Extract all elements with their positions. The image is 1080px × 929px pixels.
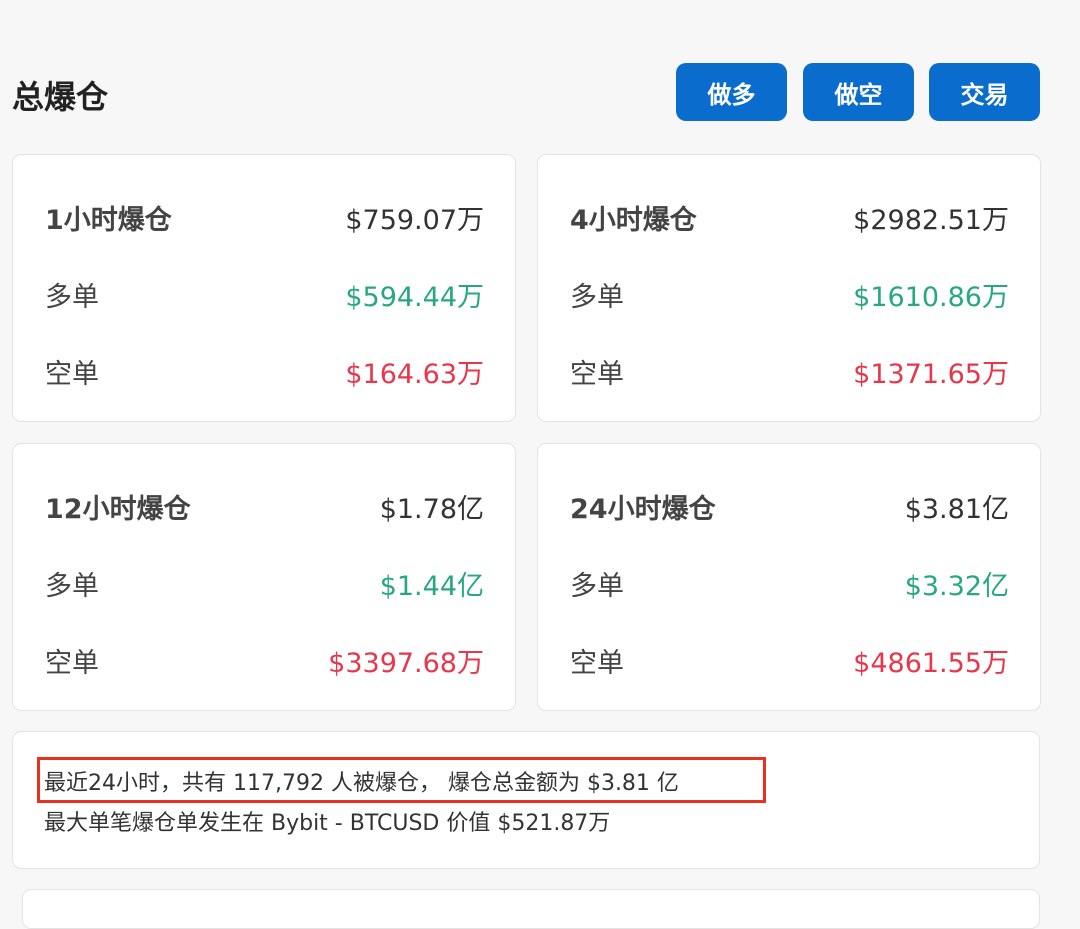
long-row: 多单 $1.44亿 (45, 563, 484, 603)
long-value: $1610.86万 (853, 281, 1009, 313)
liquidation-card-12h: 12小时爆仓 $1.78亿 多单 $1.44亿 空单 $3397.68万 (12, 443, 516, 711)
short-label: 空单 (570, 647, 624, 679)
total-row: 24小时爆仓 $3.81亿 (570, 486, 1009, 526)
long-value: $3.32亿 (904, 570, 1009, 602)
summary-box: 最近24小时，共有 117,792 人被爆仓， 爆仓总金额为 $3.81 亿 最… (12, 731, 1040, 869)
long-row: 多单 $594.44万 (45, 274, 484, 314)
long-value: $594.44万 (345, 281, 484, 313)
period-label: 12小时爆仓 (45, 493, 191, 525)
short-row: 空单 $3397.68万 (45, 640, 484, 680)
total-row: 1小时爆仓 $759.07万 (45, 197, 484, 237)
short-value: $3397.68万 (328, 647, 484, 679)
short-label: 空单 (45, 647, 99, 679)
summary-line-1: 最近24小时，共有 117,792 人被爆仓， 爆仓总金额为 $3.81 亿 (44, 771, 679, 796)
total-row: 12小时爆仓 $1.78亿 (45, 486, 484, 526)
long-row: 多单 $1610.86万 (570, 274, 1009, 314)
total-row: 4小时爆仓 $2982.51万 (570, 197, 1009, 237)
short-row: 空单 $1371.65万 (570, 351, 1009, 391)
short-row: 空单 $164.63万 (45, 351, 484, 391)
long-label: 多单 (570, 281, 624, 313)
liquidation-card-1h: 1小时爆仓 $759.07万 多单 $594.44万 空单 $164.63万 (12, 154, 516, 422)
long-label: 多单 (570, 570, 624, 602)
trade-button[interactable]: 交易 (929, 63, 1040, 121)
long-value: $1.44亿 (379, 570, 484, 602)
short-label: 空单 (570, 358, 624, 390)
short-button[interactable]: 做空 (803, 63, 914, 121)
next-card (22, 889, 1040, 929)
short-label: 空单 (45, 358, 99, 390)
liquidation-card-24h: 24小时爆仓 $3.81亿 多单 $3.32亿 空单 $4861.55万 (537, 443, 1041, 711)
page-title: 总爆仓 (12, 78, 109, 116)
long-row: 多单 $3.32亿 (570, 563, 1009, 603)
summary-line-2: 最大单笔爆仓单发生在 Bybit - BTCUSD 价值 $521.87万 (44, 811, 611, 836)
total-value: $3.81亿 (904, 493, 1009, 525)
total-value: $1.78亿 (379, 493, 484, 525)
period-label: 1小时爆仓 (45, 204, 172, 236)
total-value: $759.07万 (345, 204, 484, 236)
short-value: $1371.65万 (853, 358, 1009, 390)
long-label: 多单 (45, 281, 99, 313)
long-button[interactable]: 做多 (676, 63, 787, 121)
period-label: 24小时爆仓 (570, 493, 716, 525)
short-value: $164.63万 (345, 358, 484, 390)
liquidation-card-4h: 4小时爆仓 $2982.51万 多单 $1610.86万 空单 $1371.65万 (537, 154, 1041, 422)
long-label: 多单 (45, 570, 99, 602)
short-row: 空单 $4861.55万 (570, 640, 1009, 680)
period-label: 4小时爆仓 (570, 204, 697, 236)
short-value: $4861.55万 (853, 647, 1009, 679)
total-value: $2982.51万 (853, 204, 1009, 236)
